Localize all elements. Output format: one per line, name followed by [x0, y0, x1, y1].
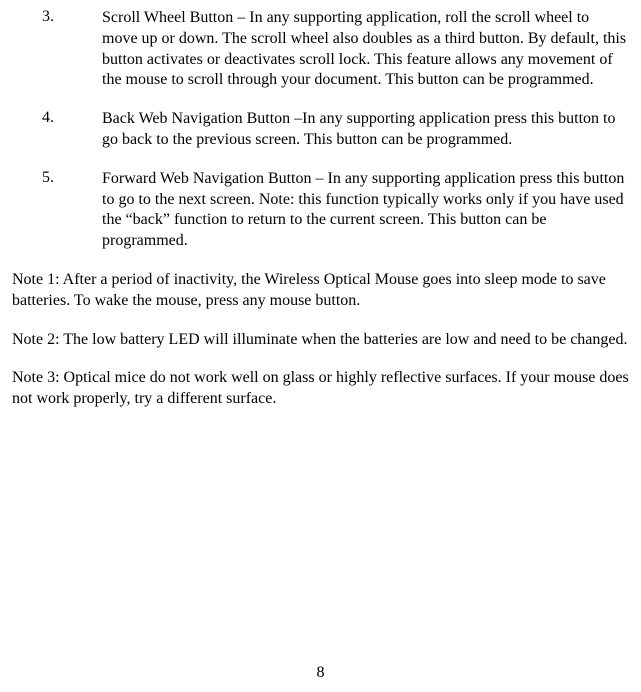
list-text: Back Web Navigation Button –In any suppo…	[78, 109, 629, 151]
list-number: 4.	[12, 109, 78, 151]
note-text: Note 2: The low battery LED will illumin…	[12, 330, 629, 351]
list-number: 3.	[12, 8, 78, 91]
page-number: 8	[0, 664, 641, 682]
note-text: Note 3: Optical mice do not work well on…	[12, 368, 629, 410]
document-page: 3. Scroll Wheel Button – In any supporti…	[0, 0, 641, 410]
list-item: 4. Back Web Navigation Button –In any su…	[12, 109, 629, 151]
list-item: 3. Scroll Wheel Button – In any supporti…	[12, 8, 629, 91]
list-item: 5. Forward Web Navigation Button – In an…	[12, 169, 629, 252]
list-text: Forward Web Navigation Button – In any s…	[78, 169, 629, 252]
note-text: Note 1: After a period of inactivity, th…	[12, 270, 629, 312]
list-number: 5.	[12, 169, 78, 252]
list-text: Scroll Wheel Button – In any supporting …	[78, 8, 629, 91]
